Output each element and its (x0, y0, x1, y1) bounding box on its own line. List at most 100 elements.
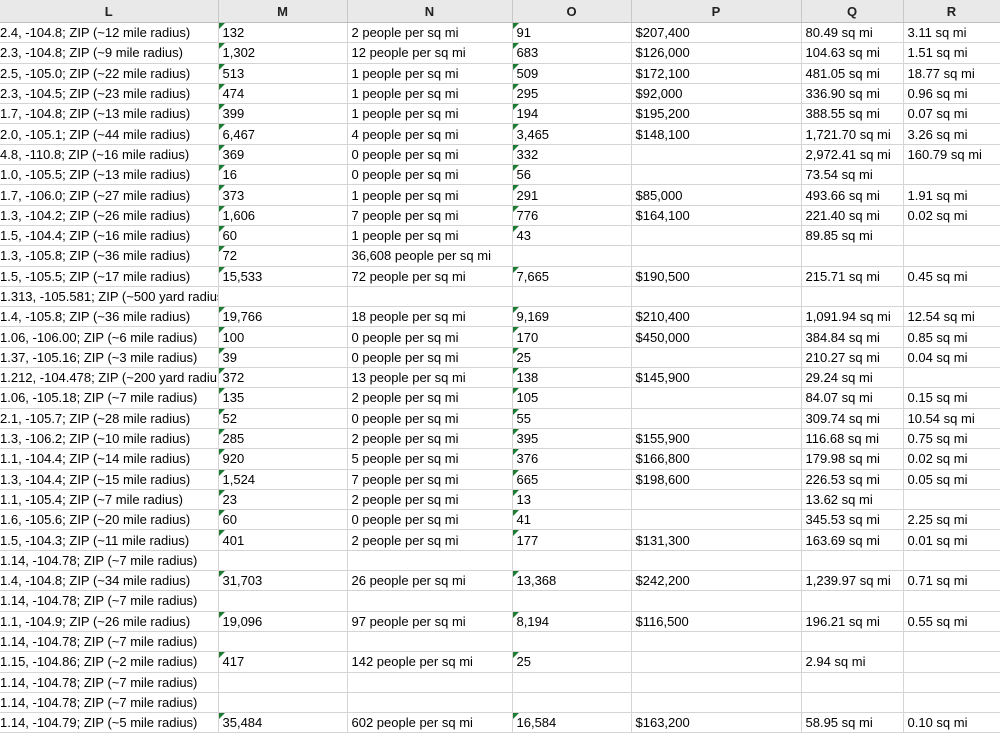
cell-p[interactable] (631, 651, 802, 673)
cell-o[interactable] (512, 692, 632, 714)
cell-q[interactable]: 481.05 sq mi (801, 63, 904, 84)
cell-q[interactable] (801, 631, 904, 653)
cell-o[interactable] (512, 631, 632, 653)
cell-n[interactable]: 1 people per sq mi (347, 103, 513, 125)
cell-l[interactable]: 1.5, -105.5; ZIP (~17 mile radius) (0, 266, 219, 287)
cell-o[interactable]: 3,465 (512, 123, 632, 145)
cell-r[interactable]: 0.02 sq mi (903, 448, 1000, 470)
cell-l[interactable]: 1.14, -104.78; ZIP (~7 mile radius) (0, 550, 219, 572)
cell-n[interactable]: 602 people per sq mi (347, 712, 513, 734)
cell-r[interactable]: 0.96 sq mi (903, 83, 1000, 105)
cell-m[interactable]: 60 (218, 509, 348, 531)
cell-q[interactable]: 336.90 sq mi (801, 83, 904, 105)
cell-r[interactable]: 0.45 sq mi (903, 266, 1000, 287)
column-header-m[interactable]: M (218, 0, 348, 23)
cell-o[interactable]: 291 (512, 184, 632, 206)
cell-q[interactable]: 116.68 sq mi (801, 428, 904, 450)
cell-n[interactable]: 2 people per sq mi (347, 529, 513, 551)
cell-m[interactable]: 52 (218, 408, 348, 429)
cell-q[interactable]: 1,091.94 sq mi (801, 306, 904, 328)
cell-r[interactable] (903, 590, 1000, 612)
cell-l[interactable]: 2.1, -105.7; ZIP (~28 mile radius) (0, 408, 219, 429)
cell-m[interactable]: 100 (218, 326, 348, 348)
cell-m[interactable]: 19,096 (218, 611, 348, 632)
cell-o[interactable] (512, 245, 632, 267)
cell-n[interactable]: 7 people per sq mi (347, 469, 513, 490)
cell-r[interactable]: 0.07 sq mi (903, 103, 1000, 125)
cell-m[interactable]: 39 (218, 347, 348, 369)
cell-q[interactable]: 73.54 sq mi (801, 164, 904, 186)
cell-q[interactable]: 179.98 sq mi (801, 448, 904, 470)
cell-q[interactable] (801, 590, 904, 612)
cell-r[interactable]: 0.01 sq mi (903, 529, 1000, 551)
cell-r[interactable] (903, 631, 1000, 653)
cell-l[interactable]: 1.14, -104.78; ZIP (~7 mile radius) (0, 692, 219, 714)
cell-m[interactable]: 35,484 (218, 712, 348, 734)
cell-p[interactable]: $155,900 (631, 428, 802, 450)
cell-n[interactable]: 5 people per sq mi (347, 448, 513, 470)
cell-p[interactable] (631, 672, 802, 693)
cell-l[interactable]: 1.212, -104.478; ZIP (~200 yard radiu (0, 367, 219, 389)
cell-q[interactable] (801, 550, 904, 572)
column-header-p[interactable]: P (631, 0, 802, 23)
cell-q[interactable]: 104.63 sq mi (801, 42, 904, 64)
cell-q[interactable]: 2.94 sq mi (801, 651, 904, 673)
cell-p[interactable] (631, 631, 802, 653)
cell-n[interactable] (347, 590, 513, 612)
cell-m[interactable]: 60 (218, 225, 348, 247)
cell-r[interactable]: 12.54 sq mi (903, 306, 1000, 328)
cell-n[interactable]: 26 people per sq mi (347, 570, 513, 592)
cell-q[interactable]: 1,239.97 sq mi (801, 570, 904, 592)
cell-p[interactable] (631, 387, 802, 409)
cell-r[interactable] (903, 225, 1000, 247)
cell-o[interactable] (512, 672, 632, 693)
cell-n[interactable]: 72 people per sq mi (347, 266, 513, 287)
cell-m[interactable] (218, 286, 348, 308)
cell-p[interactable]: $131,300 (631, 529, 802, 551)
cell-m[interactable]: 31,703 (218, 570, 348, 592)
cell-o[interactable] (512, 590, 632, 612)
cell-l[interactable]: 1.1, -104.9; ZIP (~26 mile radius) (0, 611, 219, 632)
cell-p[interactable] (631, 550, 802, 572)
cell-o[interactable]: 332 (512, 144, 632, 166)
cell-p[interactable] (631, 245, 802, 267)
cell-l[interactable]: 1.4, -105.8; ZIP (~36 mile radius) (0, 306, 219, 328)
cell-n[interactable]: 12 people per sq mi (347, 42, 513, 64)
cell-r[interactable]: 3.11 sq mi (903, 22, 1000, 44)
cell-r[interactable]: 2.25 sq mi (903, 509, 1000, 531)
cell-m[interactable] (218, 672, 348, 693)
cell-m[interactable] (218, 550, 348, 572)
cell-p[interactable] (631, 225, 802, 247)
cell-q[interactable]: 2,972.41 sq mi (801, 144, 904, 166)
cell-n[interactable]: 2 people per sq mi (347, 489, 513, 511)
cell-p[interactable]: $116,500 (631, 611, 802, 632)
cell-r[interactable]: 10.54 sq mi (903, 408, 1000, 429)
cell-l[interactable]: 1.14, -104.78; ZIP (~7 mile radius) (0, 590, 219, 612)
cell-p[interactable] (631, 590, 802, 612)
cell-q[interactable]: 80.49 sq mi (801, 22, 904, 44)
cell-n[interactable]: 7 people per sq mi (347, 205, 513, 226)
cell-p[interactable]: $198,600 (631, 469, 802, 490)
cell-p[interactable]: $163,200 (631, 712, 802, 734)
cell-n[interactable]: 1 people per sq mi (347, 83, 513, 105)
cell-p[interactable]: $126,000 (631, 42, 802, 64)
cell-n[interactable]: 1 people per sq mi (347, 63, 513, 84)
cell-l[interactable]: 1.37, -105.16; ZIP (~3 mile radius) (0, 347, 219, 369)
cell-o[interactable]: 295 (512, 83, 632, 105)
cell-n[interactable]: 36,608 people per sq mi (347, 245, 513, 267)
cell-r[interactable] (903, 672, 1000, 693)
cell-p[interactable]: $207,400 (631, 22, 802, 44)
cell-r[interactable] (903, 550, 1000, 572)
cell-l[interactable]: 2.5, -105.0; ZIP (~22 mile radius) (0, 63, 219, 84)
cell-m[interactable]: 513 (218, 63, 348, 84)
cell-o[interactable]: 13 (512, 489, 632, 511)
cell-p[interactable] (631, 347, 802, 369)
cell-p[interactable]: $148,100 (631, 123, 802, 145)
cell-p[interactable] (631, 144, 802, 166)
cell-o[interactable]: 509 (512, 63, 632, 84)
cell-n[interactable]: 0 people per sq mi (347, 509, 513, 531)
cell-l[interactable]: 1.14, -104.78; ZIP (~7 mile radius) (0, 672, 219, 693)
cell-o[interactable]: 665 (512, 469, 632, 490)
cell-l[interactable]: 2.3, -104.8; ZIP (~9 mile radius) (0, 42, 219, 64)
cell-n[interactable]: 2 people per sq mi (347, 387, 513, 409)
